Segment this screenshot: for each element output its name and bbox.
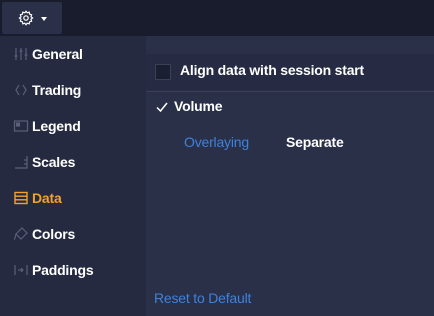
legend-icon	[13, 118, 29, 134]
scales-icon	[13, 154, 29, 170]
settings-sidebar: General Trading Legend Scales Data Color…	[0, 36, 146, 316]
sidebar-item-label: Paddings	[32, 262, 94, 278]
settings-menu-button[interactable]	[2, 2, 62, 34]
data-settings-panel: Align data with session start Volume Ove…	[146, 36, 434, 316]
sidebar-item-general[interactable]: General	[0, 36, 146, 72]
align-session-checkbox[interactable]	[155, 64, 171, 80]
volume-mode-overlaying[interactable]: Overlaying	[184, 134, 249, 150]
checkmark-icon	[156, 102, 168, 113]
sidebar-item-colors[interactable]: Colors	[0, 216, 146, 252]
sidebar-item-paddings[interactable]: Paddings	[0, 252, 146, 288]
sidebar-item-data[interactable]: Data	[0, 180, 146, 216]
reset-to-default-link[interactable]: Reset to Default	[154, 290, 251, 306]
sidebar-item-trading[interactable]: Trading	[0, 72, 146, 108]
volume-mode-separate[interactable]: Separate	[286, 134, 344, 150]
sidebar-item-scales[interactable]: Scales	[0, 144, 146, 180]
gear-icon	[17, 10, 34, 26]
paddings-icon	[13, 262, 29, 278]
sliders-icon	[13, 46, 29, 62]
colors-icon	[13, 226, 29, 242]
sidebar-item-label: Legend	[32, 118, 81, 134]
toolbar	[0, 0, 434, 36]
sidebar-item-legend[interactable]: Legend	[0, 108, 146, 144]
sidebar-item-label: Colors	[32, 226, 76, 242]
sidebar-item-label: Trading	[32, 82, 82, 98]
divider	[146, 91, 434, 92]
align-session-label: Align data with session start	[180, 62, 365, 78]
volume-label: Volume	[174, 98, 223, 114]
sidebar-item-label: Scales	[32, 154, 76, 170]
sidebar-item-label: General	[32, 46, 83, 62]
trading-icon	[13, 82, 29, 98]
volume-checkbox[interactable]	[155, 100, 169, 114]
data-icon	[13, 190, 29, 206]
sidebar-item-label: Data	[32, 190, 62, 206]
caret-down-icon	[40, 16, 47, 21]
chart-settings-window: General Trading Legend Scales Data Color…	[0, 0, 434, 316]
